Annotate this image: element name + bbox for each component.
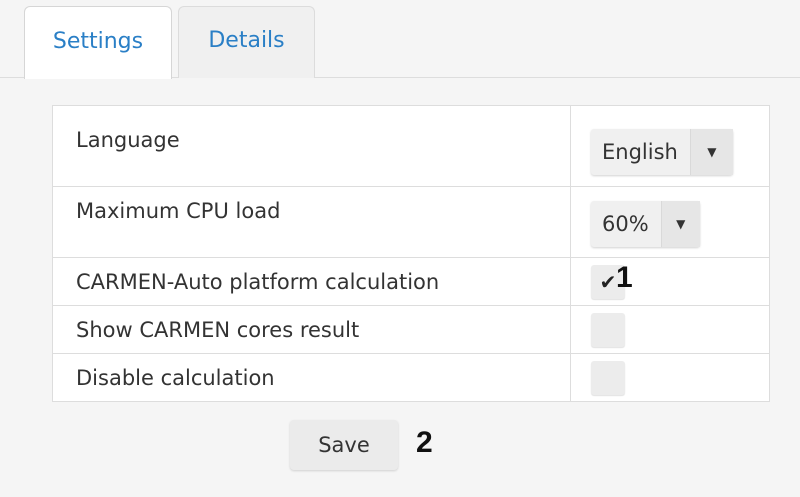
setting-control-cell: ✔	[570, 257, 770, 306]
save-button-label: Save	[318, 433, 370, 457]
language-select-value: English	[602, 140, 678, 164]
setting-label-show-carmen-cores: Show CARMEN cores result	[52, 305, 571, 354]
save-button[interactable]: Save	[290, 420, 398, 470]
annotation-marker-2: 2	[416, 426, 433, 459]
caret-down-icon: ▼	[689, 129, 733, 175]
max-cpu-load-select[interactable]: 60% ▼	[591, 201, 700, 247]
table-row: Maximum CPU load 60% ▼	[52, 186, 770, 258]
setting-control-cell: English ▼	[570, 105, 770, 187]
language-select[interactable]: English ▼	[591, 129, 733, 175]
show-carmen-cores-checkbox[interactable]	[591, 312, 625, 347]
table-row: Show CARMEN cores result	[52, 305, 770, 354]
setting-control-cell: 60% ▼	[570, 186, 770, 258]
check-icon: ✔	[599, 269, 617, 294]
table-row: Disable calculation	[52, 353, 770, 402]
setting-control-cell	[570, 353, 770, 402]
setting-control-cell	[570, 305, 770, 354]
tab-bar: Settings Details	[0, 0, 800, 79]
tab-details[interactable]: Details	[178, 6, 315, 78]
annotation-marker-1: 1	[616, 261, 633, 294]
table-row: CARMEN-Auto platform calculation ✔	[52, 257, 770, 306]
caret-down-icon: ▼	[660, 201, 700, 247]
tab-settings-label: Settings	[52, 28, 144, 54]
setting-label-disable-calculation: Disable calculation	[52, 353, 571, 402]
table-row: Language English ▼	[52, 105, 770, 187]
setting-label-language: Language	[52, 105, 571, 187]
tab-details-label: Details	[208, 28, 285, 53]
max-cpu-load-select-value: 60%	[602, 212, 649, 236]
disable-calculation-checkbox[interactable]	[591, 360, 625, 395]
setting-label-max-cpu-load: Maximum CPU load	[52, 186, 571, 258]
tab-settings[interactable]: Settings	[24, 6, 172, 79]
setting-label-carmen-auto: CARMEN-Auto platform calculation	[52, 257, 571, 306]
settings-table: Language English ▼ Maximum CPU load 60% …	[52, 105, 770, 402]
